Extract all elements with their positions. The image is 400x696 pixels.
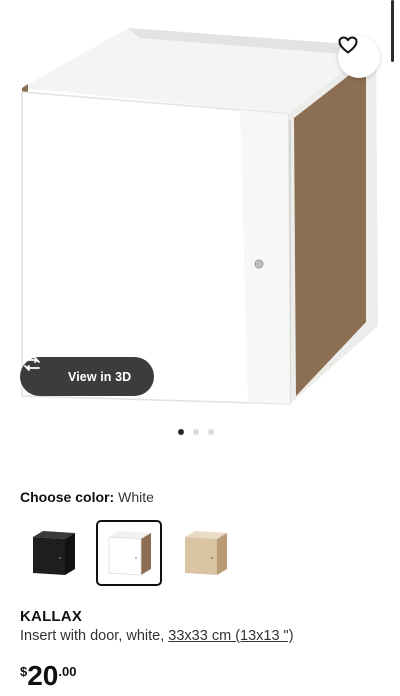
gallery-dot-3[interactable] — [208, 429, 214, 435]
product-price: $ 20 .00 — [20, 660, 76, 692]
product-image[interactable]: View in 3D — [0, 0, 400, 420]
price-currency: $ — [20, 664, 28, 679]
oak-insert-thumbnail — [185, 531, 227, 575]
rotate-3d-icon — [24, 357, 60, 385]
gallery-dot-1[interactable] — [178, 429, 184, 435]
swatch-white[interactable] — [96, 520, 162, 586]
price-integer: 20 — [27, 660, 59, 691]
product-description-text: Insert with door, white, — [20, 628, 169, 644]
gallery-dot-2[interactable] — [193, 429, 199, 435]
color-swatches — [20, 520, 238, 586]
choose-color-label: Choose color: White — [20, 489, 154, 505]
choose-color-heading: Choose color: — [20, 489, 115, 505]
swatch-black-brown[interactable] — [20, 520, 86, 586]
white-insert-thumbnail — [108, 531, 151, 576]
gallery-pagination — [178, 429, 214, 435]
black-insert-thumbnail — [33, 531, 75, 575]
product-name: KALLAX — [20, 608, 83, 625]
favorite-button[interactable] — [338, 36, 380, 78]
swatch-white-stained-oak[interactable] — [172, 520, 238, 586]
price-decimal: .00 — [58, 664, 77, 679]
heart-icon — [338, 36, 358, 54]
product-size-link[interactable]: 33x33 cm (13x13 ") — [168, 628, 293, 644]
view-in-3d-label: View in 3D — [68, 369, 132, 384]
product-description: Insert with door, white, 33x33 cm (13x13… — [20, 628, 294, 644]
view-in-3d-button[interactable]: View in 3D — [20, 357, 154, 396]
selected-color-value: White — [118, 489, 154, 505]
